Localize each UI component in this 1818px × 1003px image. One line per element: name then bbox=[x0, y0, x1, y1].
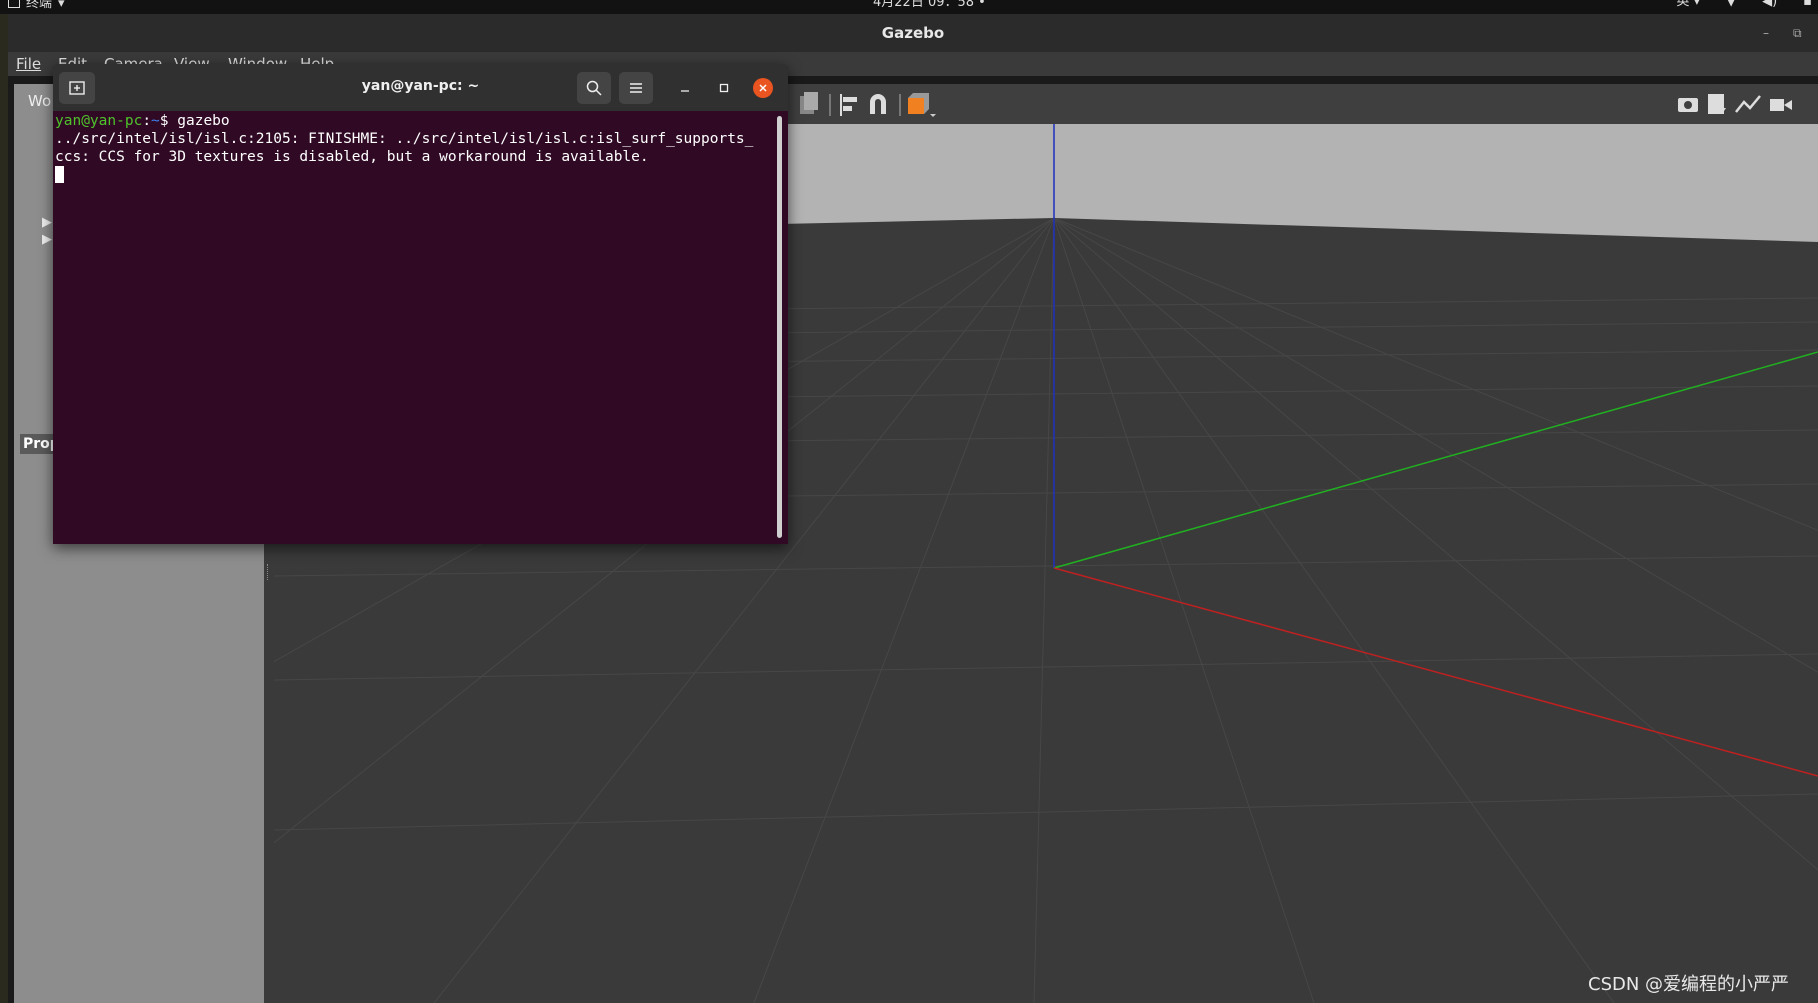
tab-world[interactable]: Wo bbox=[28, 92, 51, 110]
gazebo-window-title: Gazebo bbox=[881, 24, 945, 42]
change-view-icon[interactable] bbox=[908, 93, 936, 117]
minimize-icon[interactable]: – bbox=[1763, 14, 1769, 52]
app-menu[interactable]: 终端 ▾ bbox=[8, 0, 65, 11]
search-button[interactable] bbox=[577, 72, 611, 104]
log-icon[interactable] bbox=[1708, 94, 1726, 114]
plot-icon[interactable] bbox=[1735, 95, 1761, 113]
prompt-separator: : bbox=[142, 113, 152, 129]
notification-dot-icon: • bbox=[978, 0, 986, 10]
terminal-headerbar[interactable]: yan@yan-pc: ~ bbox=[53, 64, 788, 111]
paste-icon[interactable] bbox=[800, 92, 818, 114]
cursor-line bbox=[55, 166, 771, 184]
power-icon[interactable]: ▪ bbox=[1803, 0, 1812, 8]
search-icon bbox=[586, 80, 602, 96]
clock[interactable]: 4月22日 09：58 • bbox=[873, 0, 986, 10]
gazebo-titlebar[interactable]: Gazebo – ⧉ bbox=[8, 14, 1818, 52]
video-record-icon[interactable] bbox=[1770, 99, 1792, 111]
prompt-line: yan@yan-pc:~$ gazebo bbox=[55, 112, 771, 130]
maximize-button[interactable] bbox=[714, 78, 734, 98]
screenshot-icon[interactable] bbox=[1678, 98, 1698, 112]
volume-icon[interactable]: ◀) bbox=[1762, 0, 1777, 8]
close-icon bbox=[759, 84, 767, 92]
watermark: CSDN @爱编程的小严严 bbox=[1588, 974, 1790, 995]
network-icon[interactable]: ▼ bbox=[1726, 0, 1736, 8]
input-method-label: 英 bbox=[1676, 0, 1690, 9]
output-line: ../src/intel/isl/isl.c:2105: FINISHME: .… bbox=[55, 131, 754, 147]
maximize-icon bbox=[719, 83, 729, 93]
chevron-down-icon: ▾ bbox=[58, 0, 65, 11]
text-cursor bbox=[55, 166, 64, 183]
minimize-icon bbox=[681, 90, 689, 92]
menu-file[interactable]: File bbox=[16, 55, 41, 73]
datetime: 4月22日 09：58 bbox=[873, 0, 975, 10]
align-icon[interactable] bbox=[840, 94, 857, 116]
prompt-symbol: $ bbox=[159, 113, 178, 129]
input-method[interactable]: 英 ▾ bbox=[1676, 0, 1700, 9]
prompt-user: yan@yan-pc bbox=[55, 113, 143, 129]
terminal-window: yan@yan-pc: ~ yan@yan-pc:~$ gazebo ../src… bbox=[53, 64, 788, 544]
snap-icon[interactable] bbox=[870, 94, 886, 114]
close-button[interactable] bbox=[753, 78, 773, 98]
hamburger-menu-icon bbox=[630, 83, 642, 93]
restore-icon[interactable]: ⧉ bbox=[1793, 14, 1802, 52]
app-menu-label: 终端 bbox=[26, 0, 53, 11]
desktop-edge bbox=[0, 14, 8, 1003]
terminal-icon bbox=[8, 0, 20, 8]
output-line: ccs: CCS for 3D textures is disabled, bu… bbox=[55, 149, 649, 165]
command-text: gazebo bbox=[177, 113, 230, 129]
terminal-scrollbar[interactable] bbox=[777, 116, 782, 538]
system-top-bar: 终端 ▾ 4月22日 09：58 • 英 ▾ ▼ ◀) ▪ bbox=[0, 0, 1818, 14]
hamburger-menu-button[interactable] bbox=[619, 72, 653, 104]
terminal-output[interactable]: yan@yan-pc:~$ gazebo ../src/intel/isl/isl… bbox=[55, 112, 771, 542]
minimize-button[interactable] bbox=[675, 78, 695, 98]
splitter-grip[interactable] bbox=[267, 564, 271, 580]
prompt-path: ~ bbox=[151, 113, 160, 129]
tab-properties[interactable]: Prop bbox=[20, 434, 60, 454]
